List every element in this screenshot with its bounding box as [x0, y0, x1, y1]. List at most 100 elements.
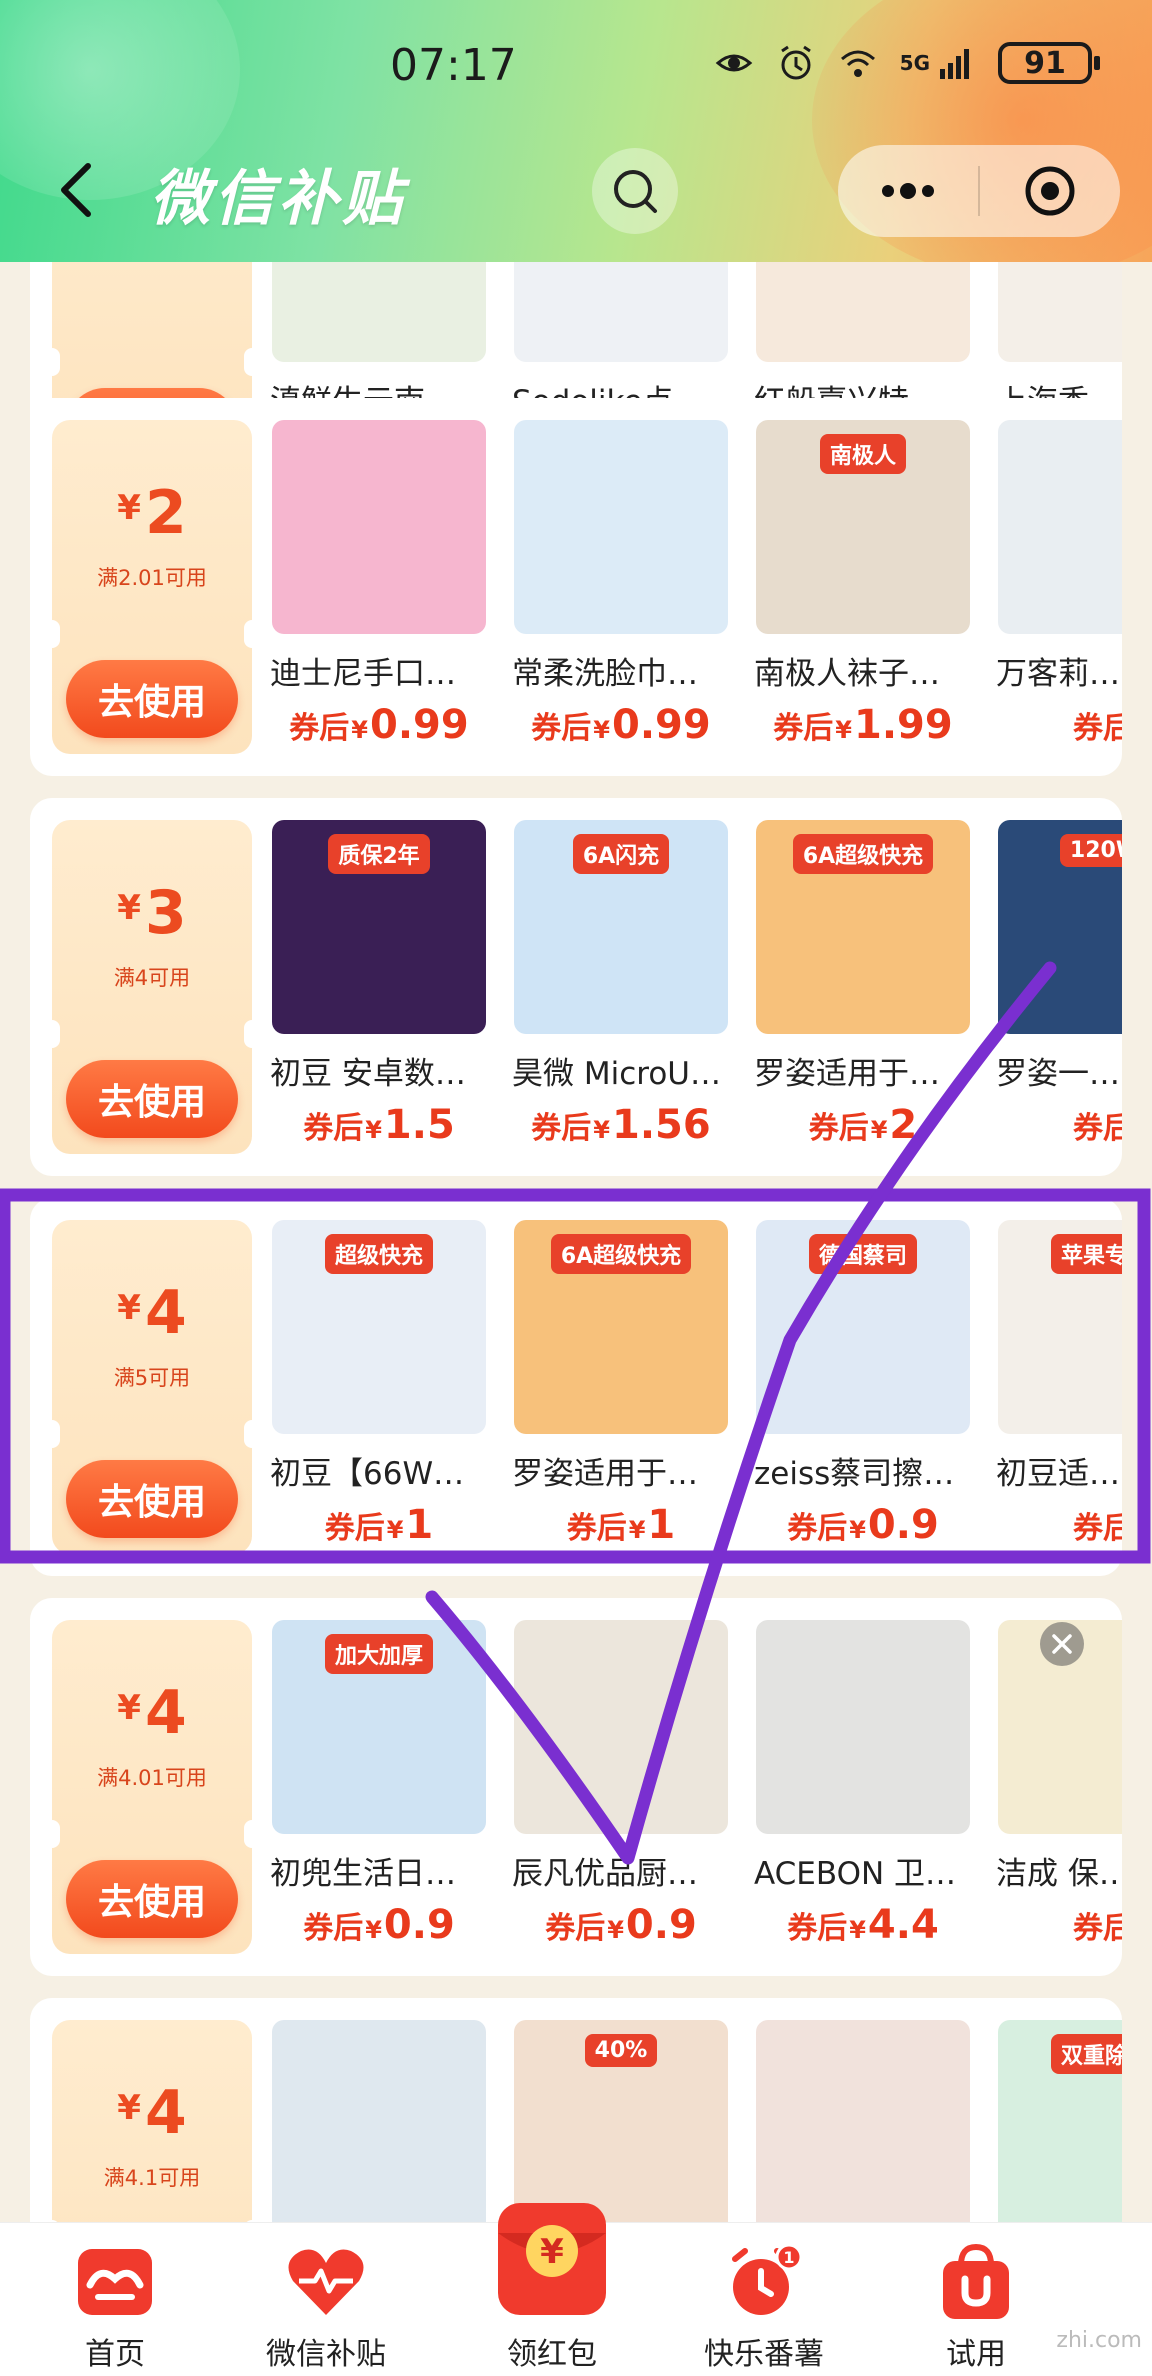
- use-coupon-button[interactable]: 去使用: [66, 660, 238, 738]
- product-image-tag: 40%: [584, 2034, 658, 2067]
- product-carousel[interactable]: 质保2年 初豆 安卓数… 券后¥1.5 6A闪充 昊微 MicroU… 券后¥1.56 6A…: [270, 820, 1122, 1160]
- product-image-tag: 德国蔡司: [808, 1234, 917, 1274]
- product-image[interactable]: [272, 2020, 486, 2222]
- product-image[interactable]: 双重除臭: [998, 2020, 1122, 2222]
- product-image[interactable]: 苹果专用: [998, 1220, 1122, 1434]
- product-image[interactable]: 德国蔡司: [756, 1220, 970, 1434]
- product-image[interactable]: [514, 420, 728, 634]
- product-image[interactable]: 6A超级快充: [756, 820, 970, 1034]
- product-image[interactable]: 质保2年: [272, 820, 486, 1034]
- product-card[interactable]: 超级快充 初豆【66W… 券后¥1: [270, 1220, 488, 1560]
- product-image[interactable]: [998, 420, 1122, 634]
- price-value: 4.4: [867, 1902, 939, 1948]
- nav-item-1[interactable]: 首页: [15, 2223, 215, 2376]
- product-name: ACEBON 卫…: [754, 1856, 957, 1892]
- product-card[interactable]: 40%: [512, 2020, 730, 2222]
- product-image[interactable]: [998, 262, 1122, 362]
- product-card[interactable]: 双重除臭: [996, 2020, 1122, 2222]
- product-image[interactable]: [272, 262, 486, 362]
- product-card[interactable]: 质保2年 初豆 安卓数… 券后¥1.5: [270, 820, 488, 1160]
- page-title: 微信补贴: [150, 164, 406, 234]
- product-card[interactable]: 德国蔡司 zeiss蔡司擦… 券后¥0.9: [754, 1220, 972, 1560]
- product-image[interactable]: [272, 420, 486, 634]
- nav-item-4[interactable]: 1 快乐番薯: [664, 2223, 864, 2376]
- close-mini-program-button[interactable]: [980, 145, 1120, 237]
- status-bar: 07:17 5G 91: [0, 0, 1152, 130]
- product-image[interactable]: 120W: [998, 820, 1122, 1034]
- product-image[interactable]: [756, 1620, 970, 1834]
- product-image[interactable]: [514, 262, 728, 362]
- product-image[interactable]: 超级快充: [272, 1220, 486, 1434]
- product-name: 初豆【66W…: [270, 1456, 465, 1492]
- back-arrow-icon[interactable]: [52, 160, 102, 220]
- product-image[interactable]: 6A超级快充: [514, 1220, 728, 1434]
- product-carousel[interactable]: 加大加厚 初兜生活日… 券后¥0.9 辰凡优品厨… 券后¥0.9 ACEBON 卫… 券后¥…: [270, 1620, 1122, 1960]
- coupon-value: 4: [144, 2078, 187, 2148]
- product-card[interactable]: 辰凡优品厨… 券后¥0.9: [512, 1620, 730, 1960]
- product-price: 券后¥2: [754, 1102, 972, 1148]
- price-label: 券后: [1073, 711, 1122, 746]
- nav-item-2[interactable]: 微信补贴: [226, 2223, 426, 2376]
- price-currency: ¥: [351, 716, 368, 744]
- product-image-tag: 120W: [1059, 834, 1122, 867]
- price-value: 1.5: [383, 1102, 455, 1148]
- nav-item-5[interactable]: 试用: [876, 2223, 1076, 2376]
- product-image[interactable]: 南极人: [756, 420, 970, 634]
- product-name: 昊微 MicroU…: [512, 1056, 721, 1092]
- coupon-amount: ¥4: [52, 1678, 252, 1748]
- product-image-tag: 质保2年: [328, 834, 430, 874]
- use-coupon-button[interactable]: 去使用: [66, 1860, 238, 1938]
- product-image[interactable]: [756, 2020, 970, 2222]
- product-image[interactable]: 加大加厚: [272, 1620, 486, 1834]
- product-image-tag: 苹果专用: [1050, 1234, 1122, 1274]
- price-label: 券后: [289, 711, 350, 746]
- product-price: 券后¥1.99: [754, 702, 972, 748]
- price-currency: ¥: [849, 1516, 866, 1544]
- product-card[interactable]: 迪士尼手口… 券后¥0.99: [270, 420, 488, 760]
- product-card[interactable]: 南极人 南极人袜子… 券后¥1.99: [754, 420, 972, 760]
- product-carousel[interactable]: 40% 双重除臭: [270, 2020, 1122, 2222]
- product-card[interactable]: 6A超级快充 罗姿适用于… 券后¥1: [512, 1220, 730, 1560]
- coupon-notch: [244, 348, 260, 376]
- coupon-notch: [244, 620, 260, 648]
- trial-bag-icon: [931, 2241, 1021, 2323]
- product-card[interactable]: [270, 2020, 488, 2222]
- use-coupon-button[interactable]: 去使用: [66, 1460, 238, 1538]
- product-card[interactable]: 常柔洗脸巾… 券后¥0.99: [512, 420, 730, 760]
- product-card[interactable]: 6A闪充 昊微 MicroU… 券后¥1.56: [512, 820, 730, 1160]
- target-icon: [1025, 166, 1075, 216]
- battery-indicator: 91: [998, 42, 1100, 84]
- svg-text:1: 1: [783, 2248, 794, 2267]
- product-image[interactable]: [756, 262, 970, 362]
- product-card[interactable]: ACEBON 卫… 券后¥4.4: [754, 1620, 972, 1960]
- nav-item-3[interactable]: ¥ 领红包: [452, 2203, 652, 2376]
- product-image-tag: 6A超级快充: [792, 834, 934, 874]
- use-coupon-button[interactable]: 去使用: [66, 1060, 238, 1138]
- price-currency: ¥: [365, 1916, 382, 1944]
- product-image[interactable]: [514, 1620, 728, 1834]
- product-carousel[interactable]: 超级快充 初豆【66W… 券后¥1 6A超级快充 罗姿适用于… 券后¥1 德国蔡司 zeiss…: [270, 1220, 1122, 1560]
- product-image[interactable]: 6A闪充: [514, 820, 728, 1034]
- product-name: 罗姿适用于…: [754, 1056, 940, 1092]
- close-ad-button[interactable]: [1040, 1622, 1084, 1666]
- product-card[interactable]: 120W 罗姿一… 券后: [996, 820, 1122, 1160]
- product-carousel[interactable]: 迪士尼手口… 券后¥0.99 常柔洗脸巾… 券后¥0.99 南极人 南极人袜子… 券后¥1.…: [270, 420, 1122, 760]
- coupon-list[interactable]: 去使用滇鲜生云南…券后¥8.4Sodolike点…券后¥7.5红船嘉兴特…券后¥…: [0, 262, 1152, 2222]
- price-currency: ¥: [628, 1516, 646, 1544]
- price-label: 券后: [531, 711, 592, 746]
- product-card[interactable]: 万客莉… 券后: [996, 420, 1122, 760]
- product-card[interactable]: 加大加厚 初兜生活日… 券后¥0.9: [270, 1620, 488, 1960]
- product-card[interactable]: 苹果专用初豆适… 券后: [996, 1220, 1122, 1560]
- coupon-row: ¥3 满4可用 去使用 质保2年 初豆 安卓数… 券后¥1.5 6A闪充 昊微 MicroU……: [30, 798, 1122, 1176]
- search-button[interactable]: [592, 148, 678, 234]
- product-card[interactable]: [754, 2020, 972, 2222]
- coupon-notch: [244, 1420, 260, 1448]
- alarm-status-icon: [780, 45, 811, 80]
- product-card[interactable]: 6A超级快充罗姿适用于… 券后¥2: [754, 820, 972, 1160]
- coupon-condition: 满5可用: [113, 1366, 191, 1390]
- product-card[interactable]: 洁成 保… 券后: [996, 1620, 1122, 1960]
- coupon-notch: [244, 1020, 260, 1048]
- product-image[interactable]: 40%: [514, 2020, 728, 2222]
- close-icon: [1052, 1634, 1072, 1654]
- more-button[interactable]: [838, 145, 978, 237]
